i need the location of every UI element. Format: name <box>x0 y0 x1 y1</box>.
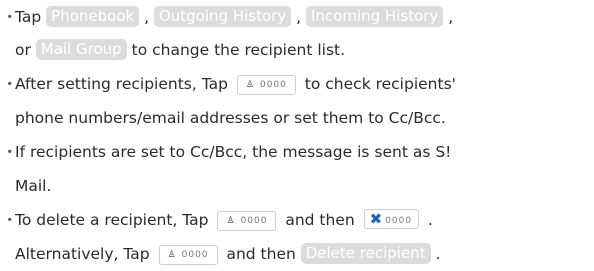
line-2: or Mail Group to change the recipient li… <box>15 38 345 62</box>
separator: , <box>139 8 154 26</box>
separator: , <box>291 8 306 26</box>
text-period: . <box>430 245 441 263</box>
separator: , <box>443 8 454 26</box>
remove-recipient-chip: ✖ 0000 <box>363 209 420 229</box>
text-phone-numbers: phone numbers/email addresses or set the… <box>15 109 446 127</box>
text-and-then: and then <box>221 245 301 263</box>
text-change-list: to change the recipient list. <box>126 41 346 59</box>
text-or: or <box>15 41 36 59</box>
recipient-digits: 0000 <box>181 250 209 260</box>
text-to-delete: To delete a recipient, Tap <box>15 211 214 229</box>
text-and-then: and then <box>280 211 360 229</box>
recipient-chip: ♙ 0000 <box>236 75 296 95</box>
text-cc-bcc: If recipients are set to Cc/Bcc, the mes… <box>15 143 452 161</box>
person-icon: ♙ <box>167 250 177 260</box>
recipient-digits: 0000 <box>240 216 268 226</box>
outgoing-history-key: Outgoing History <box>153 6 292 27</box>
text-tap: Tap <box>15 8 47 26</box>
text-after-setting: After setting recipients, Tap <box>15 75 233 93</box>
recipient-chip: ♙ 0000 <box>158 245 218 265</box>
remove-digits: 0000 <box>385 216 413 226</box>
text-period: . <box>423 211 433 229</box>
line-1: ・Tap Phonebook , Outgoing History , Inco… <box>0 5 453 29</box>
text-check-recipients: to check recipients' <box>299 75 456 93</box>
text-alternatively: Alternatively, Tap <box>15 245 155 263</box>
bullet-marker: ・ <box>2 143 18 161</box>
line-3: ・After setting recipients, Tap ♙ 0000 to … <box>0 72 456 96</box>
line-7: ・To delete a recipient, Tap ♙ 0000 and th… <box>0 208 433 232</box>
mail-group-key: Mail Group <box>35 39 127 60</box>
text-mail: Mail. <box>15 177 52 195</box>
line-4: phone numbers/email addresses or set the… <box>15 106 446 130</box>
bullet-marker: ・ <box>2 211 18 229</box>
recipient-digits: 0000 <box>259 80 287 90</box>
line-5: ・If recipients are set to Cc/Bcc, the me… <box>0 140 451 164</box>
bullet-marker: ・ <box>2 8 18 26</box>
line-6: Mail. <box>15 174 51 198</box>
incoming-history-key: Incoming History <box>306 6 444 27</box>
person-icon: ♙ <box>226 216 236 226</box>
recipient-chip: ♙ 0000 <box>217 211 277 231</box>
close-icon: ✖ <box>369 210 383 228</box>
phonebook-key: Phonebook <box>46 6 140 27</box>
person-icon: ♙ <box>245 80 255 90</box>
line-8: Alternatively, Tap ♙ 0000 and then Delete… <box>15 242 440 266</box>
bullet-marker: ・ <box>2 75 18 93</box>
delete-recipient-key: Delete recipient <box>300 243 431 264</box>
